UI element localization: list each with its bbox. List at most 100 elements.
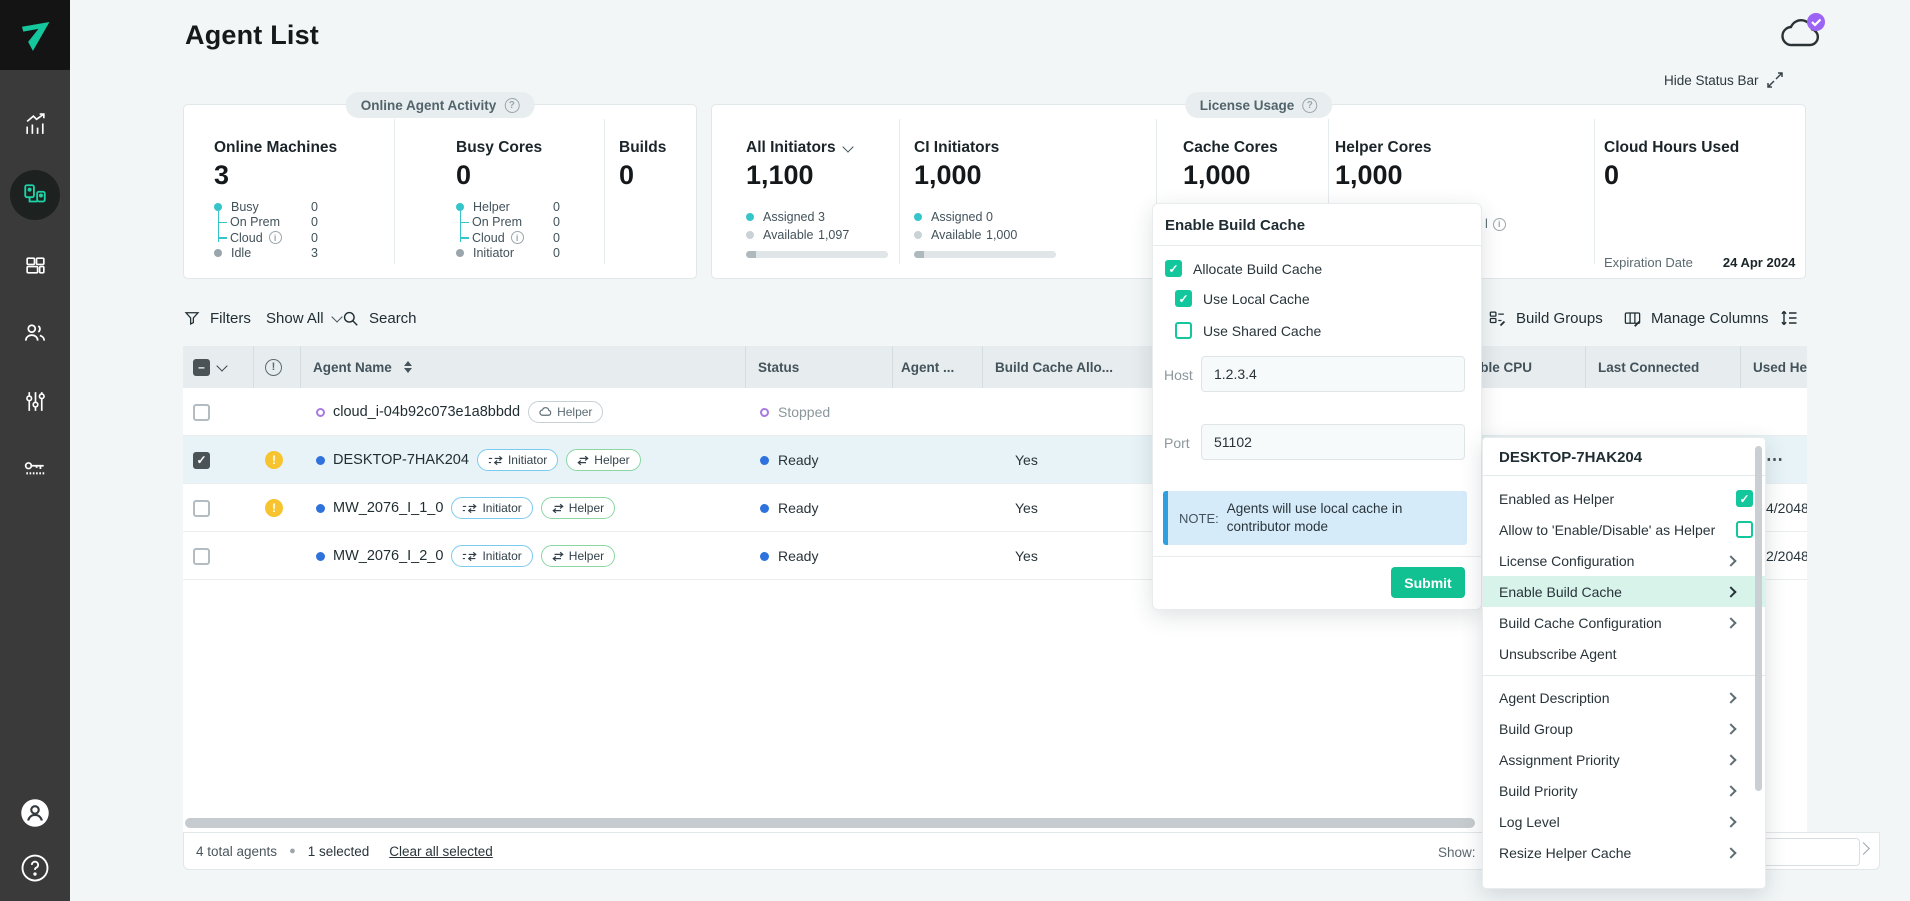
warning-icon[interactable]: ! (265, 451, 283, 469)
info-icon[interactable]: i (269, 231, 282, 244)
filters-button[interactable]: Filters (183, 300, 251, 336)
menu-item-allow-enable-disable[interactable]: Allow to 'Enable/Disable' as Helper (1483, 514, 1765, 545)
menu-item-assignment-priority[interactable]: Assignment Priority (1483, 744, 1765, 775)
checkbox-checked[interactable]: ✓ (1165, 260, 1182, 277)
clear-all-selected-link[interactable]: Clear all selected (389, 844, 493, 859)
helper-pill: Helper (541, 545, 615, 567)
use-local-cache-option[interactable]: ✓ Use Local Cache (1175, 290, 1310, 307)
column-build-cache[interactable]: Build Cache Allo... (995, 346, 1113, 388)
swap-icon (462, 551, 477, 562)
menu-item-build-group[interactable]: Build Group (1483, 713, 1765, 744)
info-icon[interactable]: i (1493, 218, 1506, 231)
menu-item-enable-build-cache[interactable]: Enable Build Cache (1483, 576, 1765, 607)
menu-item-license-configuration[interactable]: License Configuration (1483, 545, 1765, 576)
build-groups-button[interactable]: Build Groups (1488, 300, 1603, 336)
row-checkbox[interactable] (193, 404, 210, 421)
build-cache-value: Yes (1015, 452, 1038, 468)
users-icon[interactable] (0, 313, 70, 353)
swap-icon (577, 455, 589, 466)
allocate-build-cache-option[interactable]: ✓ Allocate Build Cache (1165, 260, 1322, 277)
builds-stat: Builds 0 (619, 139, 666, 191)
busy-cores-tree: Helper 0 On Prem 0 Cloudi 0 Initiator 0 (456, 199, 542, 261)
help-circle-icon[interactable]: ? (504, 98, 519, 113)
all-initiators-stat: All Initiators 1,100 Assigned 3 Availabl… (746, 139, 888, 258)
agent-state-dot (316, 456, 325, 465)
status-dot (760, 456, 769, 465)
chevron-right-icon (1725, 816, 1736, 827)
menu-item-unsubscribe-agent[interactable]: Unsubscribe Agent (1483, 638, 1765, 669)
chevron-right-icon (1725, 692, 1736, 703)
submit-button[interactable]: Submit (1391, 567, 1465, 598)
chevron-right-icon (1725, 754, 1736, 765)
help-icon[interactable] (0, 848, 70, 888)
status-text: Ready (778, 452, 818, 468)
menu-item-resize-helper-cache[interactable]: Resize Helper Cache (1483, 837, 1765, 868)
note-text: Agents will use local cache in contribut… (1227, 500, 1422, 535)
search-icon (341, 309, 360, 328)
license-key-icon[interactable] (0, 449, 70, 489)
helper-cloud-pill: Helper (528, 401, 603, 423)
port-input[interactable] (1201, 424, 1465, 460)
build-cache-value: Yes (1015, 548, 1038, 564)
use-shared-cache-option[interactable]: Use Shared Cache (1175, 322, 1321, 339)
divider (1153, 556, 1481, 557)
incredibuild-logo-icon[interactable] (0, 0, 70, 70)
column-agent-name[interactable]: Agent Name (313, 346, 412, 388)
divider (1594, 119, 1595, 264)
host-input[interactable] (1201, 356, 1465, 392)
hide-status-bar-button[interactable]: Hide Status Bar (1664, 72, 1783, 88)
online-machines-stat: Online Machines 3 Busy 0 On Prem 0 Cloud… (214, 139, 337, 261)
horizontal-scrollbar[interactable] (185, 818, 1475, 828)
checkbox-unchecked[interactable] (1175, 322, 1192, 339)
column-used-helper[interactable]: Used He... (1753, 346, 1807, 388)
menu-scrollbar[interactable] (1755, 446, 1762, 791)
sort-icon[interactable] (404, 361, 412, 373)
help-circle-icon[interactable]: ? (1302, 98, 1317, 113)
dashboard-icon[interactable] (0, 245, 70, 285)
column-agent-truncated[interactable]: Agent ... (901, 346, 954, 388)
analytics-icon[interactable] (0, 104, 70, 144)
show-all-dropdown[interactable]: Show All (266, 300, 341, 336)
chevron-right-icon (1725, 785, 1736, 796)
ci-initiators-stat: CI Initiators 1,000 Assigned 0 Available… (914, 139, 1056, 258)
note-accent-bar (1163, 491, 1168, 545)
table-toolbar: Filters Show All Search Build Groups Man… (183, 300, 1807, 336)
checkbox-checked[interactable]: ✓ (1736, 490, 1753, 507)
agent-list-page: Agent List Hide Status Bar Online Agent … (0, 0, 1910, 901)
row-height-button[interactable] (1779, 300, 1799, 336)
total-agents-count: 4 total agents (196, 844, 277, 859)
select-all-checkbox[interactable]: – (193, 359, 210, 376)
select-dropdown-icon[interactable] (216, 360, 227, 371)
status-dot (760, 552, 769, 561)
chevron-right-icon (1725, 555, 1736, 566)
checkbox-unchecked[interactable] (1736, 521, 1753, 538)
enable-build-cache-popup: Enable Build Cache ✓ Allocate Build Cach… (1152, 203, 1482, 610)
agents-nav-active[interactable] (10, 170, 60, 220)
warning-icon[interactable]: ! (265, 499, 283, 517)
column-status[interactable]: Status (758, 346, 799, 388)
agent-state-dot (316, 552, 325, 561)
checkbox-checked[interactable]: ✓ (1175, 290, 1192, 307)
menu-item-build-priority[interactable]: Build Priority (1483, 775, 1765, 806)
row-actions-kebab[interactable]: ⋯ (1766, 450, 1784, 470)
menu-item-log-level[interactable]: Log Level (1483, 806, 1765, 837)
row-checkbox[interactable] (193, 500, 210, 517)
menu-item-build-cache-configuration[interactable]: Build Cache Configuration (1483, 607, 1765, 638)
collapse-icon (1767, 72, 1783, 88)
menu-item-enabled-as-helper[interactable]: Enabled as Helper ✓ (1483, 483, 1765, 514)
build-groups-icon (1488, 309, 1507, 328)
cloud-connection-icon[interactable] (1778, 12, 1828, 54)
table-row[interactable]: cloud_i-04b92c073e1a8bbdd Helper Stopped (183, 388, 1807, 436)
row-checkbox-checked[interactable]: ✓ (193, 452, 210, 469)
manage-columns-button[interactable]: Manage Columns (1623, 300, 1769, 336)
host-label: Host (1164, 367, 1193, 383)
settings-sliders-icon[interactable] (0, 381, 70, 421)
search-button[interactable]: Search (341, 300, 417, 336)
swap-icon (488, 455, 503, 466)
user-avatar[interactable] (0, 793, 70, 833)
menu-item-agent-description[interactable]: Agent Description (1483, 682, 1765, 713)
row-checkbox[interactable] (193, 548, 210, 565)
column-last-connected[interactable]: Last Connected (1598, 346, 1699, 388)
info-icon[interactable]: i (511, 231, 524, 244)
all-initiators-dropdown[interactable]: All Initiators (746, 139, 888, 157)
